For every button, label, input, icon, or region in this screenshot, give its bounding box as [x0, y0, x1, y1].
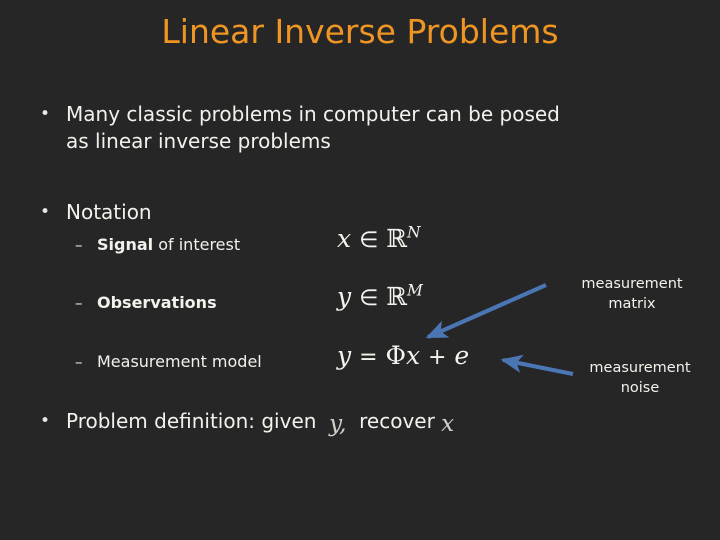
sub-bullet-rest-signal: of interest: [153, 235, 241, 254]
formula-plus: +: [428, 345, 447, 370]
arrow-to-phi: [425, 283, 547, 339]
formula-lhs: x: [337, 224, 352, 253]
bullet-text-notation: Notation: [66, 200, 152, 224]
page-title: Linear Inverse Problems: [161, 12, 559, 51]
formula-signal-space: x ∈ ℝN: [337, 223, 421, 253]
formula-lhs: y: [337, 282, 352, 311]
formula-equals: =: [359, 345, 378, 370]
formula-exponent: N: [406, 223, 421, 242]
sub-bullet-bold-observations: Observations: [97, 293, 217, 312]
sub-bullet-text-measurement-model: Measurement model: [97, 351, 262, 373]
callout-line2: noise: [620, 380, 660, 396]
callout-measurement-matrix: measurement matrix: [552, 274, 712, 314]
bullet-text-line2: as linear inverse problems: [66, 129, 331, 153]
sub-bullet-bold-signal: Signal: [97, 235, 154, 254]
formula-exponent: M: [406, 281, 423, 300]
sub-bullet-marker: –: [75, 236, 83, 254]
callout-arrows: [425, 283, 574, 377]
problem-math-recover: x: [441, 411, 455, 437]
callout-line1: measurement: [589, 360, 691, 376]
sub-bullet-marker: –: [75, 294, 83, 312]
sub-bullet-text-signal: Signal of interest: [97, 234, 240, 256]
callout-line2: matrix: [608, 296, 656, 312]
bullet-marker: •: [40, 104, 51, 124]
sub-bullet-observations: – Observations: [75, 292, 217, 314]
callout-line1: measurement: [581, 276, 683, 292]
formula-noise-term: e: [454, 341, 470, 370]
callout-measurement-noise: measurement noise: [560, 358, 720, 398]
sub-bullet-signal: – Signal of interest: [75, 234, 240, 256]
formula-measurement-model: y = Φx + e: [337, 343, 469, 369]
problem-text-middle: recover: [359, 409, 435, 433]
formula-lhs: y: [337, 341, 352, 370]
formula-operator: ∈: [359, 228, 379, 253]
formula-observation-space: y ∈ ℝM: [337, 281, 423, 311]
bullet-item-intro: • Many classic problems in computer can …: [40, 101, 680, 155]
slide-canvas: Linear Inverse Problems • Many classic p…: [0, 0, 720, 540]
formula-set-symbol: ℝ: [386, 224, 407, 253]
bullet-item-problem-definition: • Problem definition: given y, recover x: [40, 408, 660, 437]
bullet-marker: •: [40, 411, 51, 431]
problem-math-given: y,: [329, 411, 347, 437]
formula-variable: x: [405, 341, 421, 370]
formula-operator: ∈: [359, 286, 379, 311]
bullet-item-notation: • Notation: [40, 199, 340, 226]
formula-set-symbol: ℝ: [386, 282, 407, 311]
problem-text-before: Problem definition: given: [66, 409, 317, 433]
sub-bullet-marker: –: [75, 353, 83, 371]
sub-bullet-text-observations: Observations: [97, 292, 217, 314]
formula-phi-symbol: Φ: [385, 341, 406, 370]
sub-bullet-rest-measurement: Measurement model: [97, 352, 262, 371]
sub-bullet-measurement-model: – Measurement model: [75, 351, 262, 373]
bullet-text-line1: Many classic problems in computer can be…: [66, 102, 560, 126]
bullet-marker: •: [40, 202, 51, 222]
bullet-text-problem-definition: Problem definition: given y, recover x: [66, 408, 660, 437]
